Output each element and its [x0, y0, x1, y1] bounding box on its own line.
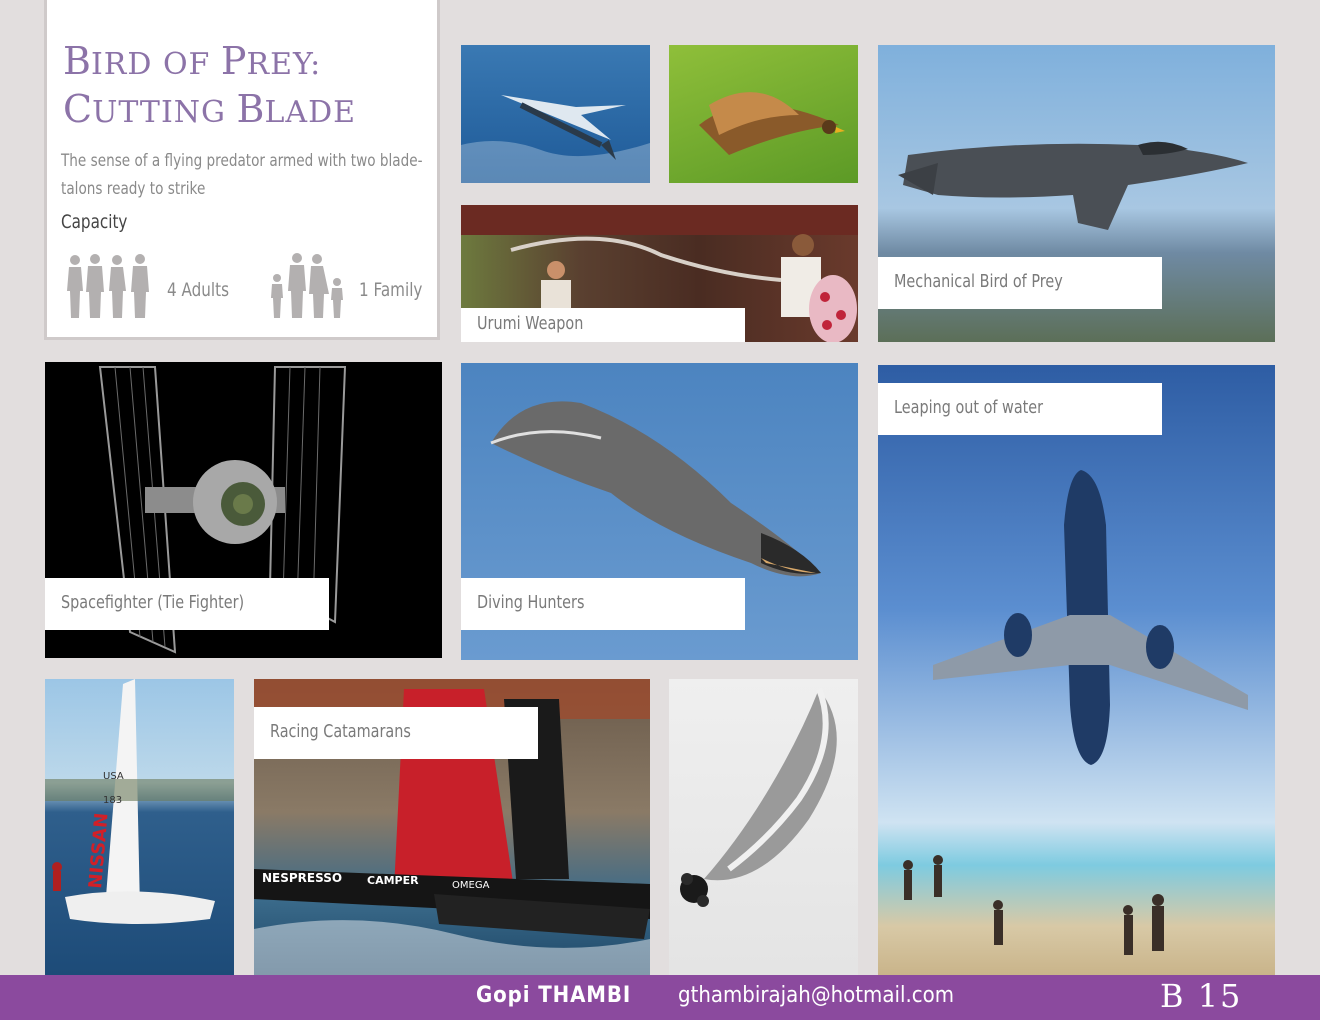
adults-count: 4 Adults — [167, 279, 230, 301]
description: The sense of a flying predator armed wit… — [61, 151, 423, 199]
author-email[interactable]: gthambirajah@hotmail.com — [678, 983, 954, 1008]
falcon-photo: Diving Hunters — [461, 363, 858, 660]
caption-mechanical: Mechanical Bird of Prey — [878, 257, 1162, 309]
svg-text:USA: USA — [103, 771, 124, 782]
svg-text:NESPRESSO: NESPRESSO — [262, 871, 342, 885]
tie-fighter-photo: Spacefighter (Tie Fighter) — [45, 362, 442, 658]
capacity-label: Capacity — [61, 211, 128, 233]
author-name: Gopi THAMBI — [476, 983, 632, 1008]
caption-racing: Racing Catamarans — [254, 707, 538, 759]
eagle-photo — [669, 45, 858, 183]
caption-urumi: Urumi Weapon — [461, 308, 745, 342]
svg-text:OMEGA: OMEGA — [452, 880, 490, 891]
family-icon — [271, 253, 343, 318]
family-count: 1 Family — [359, 279, 423, 301]
airplane-photo: Leaping out of water — [878, 365, 1275, 975]
urumi-photo: Urumi Weapon — [461, 205, 858, 342]
page-title: BIRD OF PREY: CUTTING BLADE — [63, 39, 357, 131]
title-card: BIRD OF PREY: CUTTING BLADE The sense of… — [44, 0, 440, 340]
svg-text:CAMPER: CAMPER — [367, 874, 419, 887]
footer-bar: Gopi THAMBI gthambirajah@hotmail.com B 1… — [0, 975, 1320, 1020]
caption-spacefighter: Spacefighter (Tie Fighter) — [45, 578, 329, 630]
jet-photo: Mechanical Bird of Prey — [878, 45, 1275, 342]
caption-diving: Diving Hunters — [461, 578, 745, 630]
adults-icon — [67, 254, 149, 318]
caption-leaping: Leaping out of water — [878, 383, 1162, 435]
blade-photo — [669, 679, 858, 975]
flying-fish-photo — [461, 45, 650, 183]
catamaran-photo: NESPRESSO CAMPER OMEGA Racing Catamarans — [254, 679, 650, 975]
sailboat-photo: USA 183 NISSAN — [45, 679, 234, 975]
svg-text:183: 183 — [103, 795, 122, 806]
page-number: B 15 — [1160, 977, 1243, 1015]
